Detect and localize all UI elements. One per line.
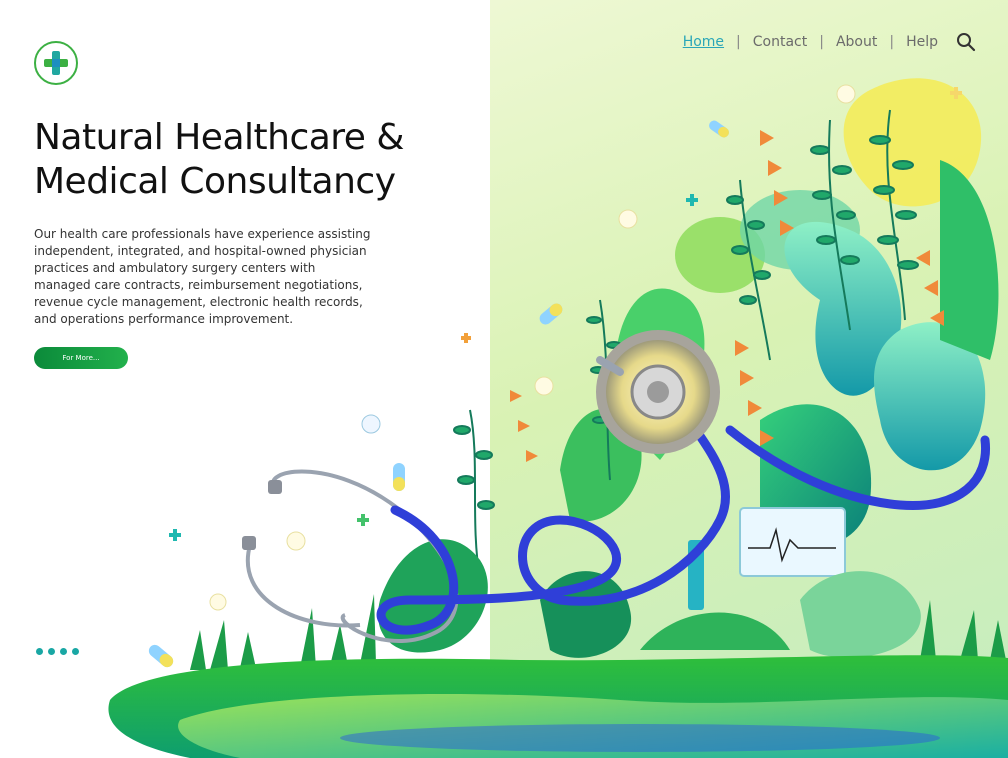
slider-pagination (36, 648, 79, 655)
slider-dot[interactable] (72, 648, 79, 655)
slider-dot[interactable] (36, 648, 43, 655)
nav-separator: | (736, 34, 741, 50)
nav-separator: | (889, 34, 895, 50)
slider-dot[interactable] (48, 648, 55, 655)
hero-description: Our health care professionals have exper… (34, 227, 371, 326)
nav-separator: | (819, 34, 824, 50)
nav-help-link[interactable]: Help (906, 34, 938, 50)
page-title: Natural Healthcare & Medical Consultancy (34, 117, 404, 202)
slider-dot[interactable] (60, 648, 67, 655)
logo[interactable] (34, 41, 78, 85)
nav-home-link[interactable]: Home (683, 34, 724, 50)
for-more-button[interactable]: For More... (34, 347, 128, 369)
stethoscope-jungle-illustration (108, 78, 1008, 758)
nav-contact-link[interactable]: Contact (753, 34, 807, 50)
top-navigation: Home | Contact | About | Help (683, 32, 976, 52)
medical-cross-icon (44, 51, 68, 75)
search-icon[interactable] (956, 32, 976, 52)
nav-about-link[interactable]: About (836, 34, 877, 50)
